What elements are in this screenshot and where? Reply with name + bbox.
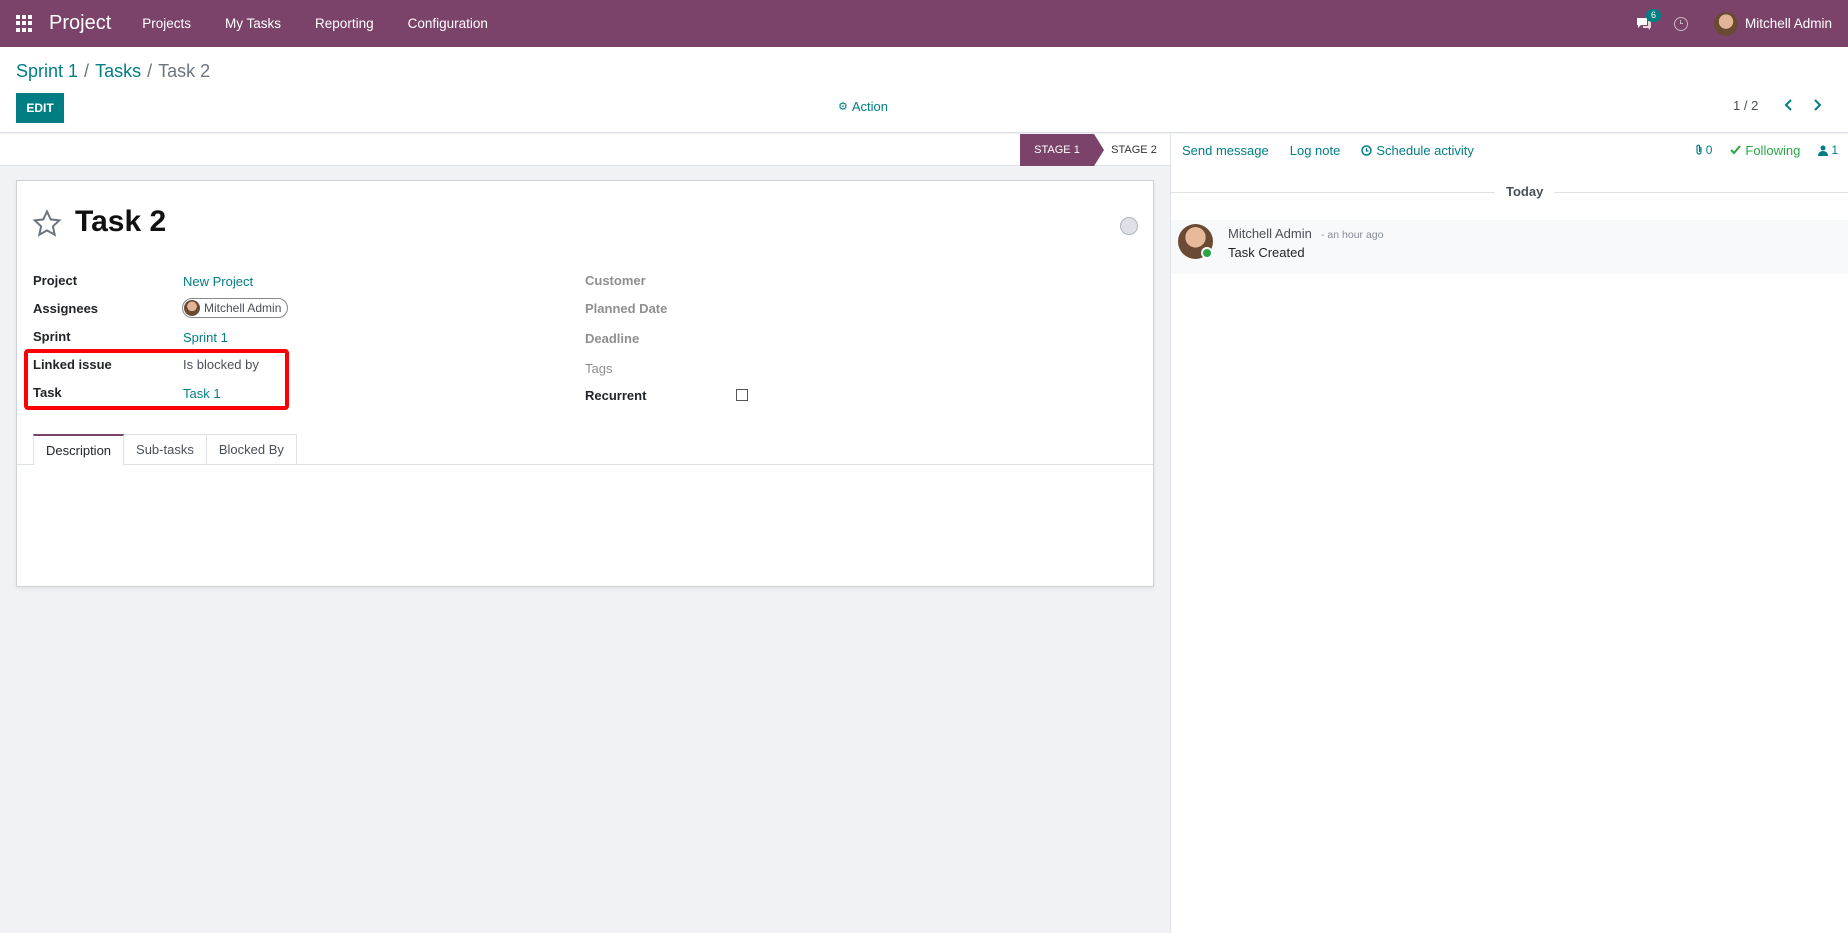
kanban-state-indicator[interactable]	[1120, 217, 1138, 235]
tab-blocked-by[interactable]: Blocked By	[205, 434, 297, 464]
stage-button-2[interactable]: STAGE 2	[1104, 134, 1164, 166]
control-panel: Sprint 1 / Tasks / Task 2 EDIT ⚙ Action …	[0, 47, 1848, 133]
menu-my-tasks[interactable]: My Tasks	[208, 16, 298, 31]
project-value[interactable]: New Project	[183, 274, 253, 289]
menu-reporting[interactable]: Reporting	[298, 16, 391, 31]
schedule-activity-button[interactable]: Schedule activity	[1361, 143, 1474, 158]
customer-label: Customer	[585, 273, 646, 288]
check-icon	[1730, 145, 1742, 155]
tab-description[interactable]: Description	[33, 434, 125, 465]
schedule-activity-label: Schedule activity	[1376, 142, 1474, 158]
activity-clock-icon[interactable]	[1673, 16, 1688, 31]
menu-configuration[interactable]: Configuration	[391, 16, 505, 31]
followers-button[interactable]: 1	[1818, 143, 1838, 157]
tab-sub-tasks[interactable]: Sub-tasks	[123, 434, 207, 464]
highlight-annotation	[24, 349, 289, 410]
breadcrumb-separator: /	[84, 61, 90, 81]
stage-statusbar: STAGE 1 STAGE 2	[0, 134, 1170, 166]
user-menu[interactable]: Mitchell Admin	[1713, 11, 1832, 36]
chatter-message: Mitchell Admin - an hour ago Task Create…	[1171, 220, 1848, 274]
chatter-topbar-right: 0 Following 1	[1694, 134, 1838, 166]
chevron-left-icon	[1784, 99, 1792, 111]
attachments-count: 0	[1705, 143, 1713, 157]
date-separator-label: Today	[1495, 184, 1555, 199]
breadcrumb-tasks[interactable]: Tasks	[95, 61, 141, 82]
top-navbar: Project Projects My Tasks Reporting Conf…	[0, 0, 1848, 47]
tags-label: Tags	[585, 361, 613, 376]
sprint-label: Sprint	[33, 329, 71, 344]
pager-next-button[interactable]	[1810, 97, 1824, 113]
breadcrumb-sprint[interactable]: Sprint 1	[16, 61, 78, 82]
message-body: Task Created	[1228, 245, 1305, 260]
message-author[interactable]: Mitchell Admin	[1228, 226, 1312, 241]
followers-count: 1	[1831, 143, 1838, 157]
action-menu-button[interactable]: ⚙ Action	[838, 99, 888, 114]
deadline-label: Deadline	[585, 331, 640, 346]
navbar-systray: 6 Mitchell Admin	[1636, 0, 1848, 47]
stage-button-1[interactable]: STAGE 1	[1020, 134, 1094, 166]
assignees-label: Assignees	[33, 301, 99, 316]
task-title[interactable]: Task 2	[75, 205, 166, 239]
following-button[interactable]: Following	[1730, 143, 1800, 158]
planned-date-label: Planned Date	[585, 301, 668, 316]
breadcrumb: Sprint 1 / Tasks / Task 2	[16, 61, 210, 82]
messaging-badge: 6	[1645, 8, 1661, 22]
chevron-right-icon	[1814, 99, 1822, 111]
clock-icon	[1361, 144, 1373, 156]
recurrent-label: Recurrent	[585, 388, 647, 403]
paperclip-icon	[1696, 144, 1702, 155]
attachments-button[interactable]: 0	[1694, 143, 1713, 157]
user-name: Mitchell Admin	[1744, 16, 1832, 31]
app-menu-grid-icon[interactable]	[16, 15, 33, 32]
project-label: Project	[33, 273, 78, 288]
app-brand[interactable]: Project	[49, 12, 111, 35]
user-avatar	[1713, 11, 1738, 36]
action-label: Action	[851, 99, 889, 114]
assignee-tag[interactable]: Mitchell Admin	[182, 298, 289, 318]
recurrent-checkbox[interactable]	[736, 389, 748, 401]
chatter-panel: Send message Log note Schedule activity …	[1170, 134, 1848, 933]
pager-previous-button[interactable]	[1782, 97, 1796, 113]
following-label: Following	[1745, 142, 1801, 158]
user-icon	[1818, 145, 1829, 156]
message-timestamp: - an hour ago	[1321, 229, 1384, 241]
log-note-button[interactable]: Log note	[1290, 143, 1341, 158]
sprint-value[interactable]: Sprint 1	[183, 330, 228, 345]
online-status-icon	[1201, 247, 1213, 259]
breadcrumb-separator: /	[147, 61, 153, 81]
gear-icon: ⚙	[838, 101, 848, 113]
form-sheet: Task 2 Project New Project Assignees Mit…	[16, 180, 1154, 587]
assignee-name: Mitchell Admin	[204, 301, 282, 315]
breadcrumb-current: Task 2	[158, 61, 211, 81]
messaging-icon[interactable]: 6	[1636, 8, 1661, 31]
notebook-tabs: Description Sub-tasks Blocked By	[33, 434, 297, 465]
priority-star-icon[interactable]	[32, 209, 62, 239]
send-message-button[interactable]: Send message	[1182, 143, 1269, 158]
menu-projects[interactable]: Projects	[125, 16, 208, 31]
edit-button[interactable]: EDIT	[16, 93, 64, 123]
pager-value[interactable]: 1 / 2	[1733, 98, 1758, 113]
stage-arrow	[1094, 134, 1104, 166]
assignee-avatar	[184, 300, 200, 316]
